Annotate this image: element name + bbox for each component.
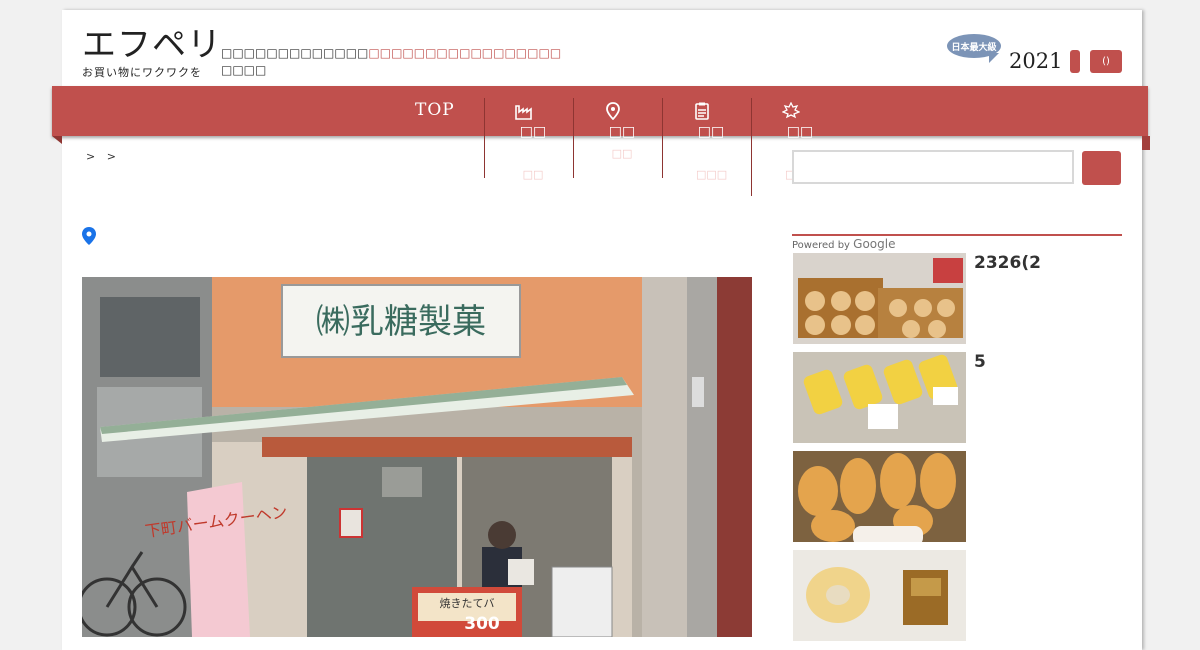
factory-icon [515,105,532,120]
nav-item-3-line1: □□ [697,124,725,140]
logo-text: エフペリ [82,25,222,65]
shop-sign-text: ㈱乳糖製菓 [316,302,486,342]
nav-item-2[interactable]: □□ □□ [607,122,637,164]
powered-by-text: Powered by [792,240,850,251]
search-input[interactable] [792,150,1074,184]
tagline-text: □□□□□□□□□□□□□ [221,46,369,60]
sidebar-thumbnail[interactable] [793,550,966,641]
nav-item-1-line3: □□ [522,168,544,181]
nav-item-4-line1: □□ [786,124,814,140]
poster-text: 焼きたてバ [440,597,495,610]
sidebar-thumbnail[interactable] [793,451,966,542]
sidebar-thumbnail[interactable] [793,352,966,443]
nav-item-3-line3: □□□ [696,168,728,181]
tagline-highlight: □□□□□□□□□□□□□□□□□ [368,46,562,60]
powered-by-google: Powered by Google [792,237,895,251]
nav-item-3[interactable]: □□ □□ □□□ [696,122,728,185]
header-small-button[interactable] [1070,50,1080,73]
nav-fold-left [52,136,62,144]
location-pin-icon [82,227,96,245]
site-logo[interactable]: エフペリ お買い物にワクワクを [82,28,222,80]
breadcrumb[interactable]: > > [86,150,120,163]
search-button[interactable] [1082,151,1121,185]
header-count-button[interactable]: () [1090,50,1122,73]
tagline-text-2: □□□□ [221,63,267,77]
nav-divider [751,98,752,196]
nav-item-3-line2: □□ [697,145,725,161]
sidebar-item-title[interactable]: 2326(2 [974,253,1041,273]
nav-divider [662,98,663,178]
nav-divider [573,98,574,178]
maple-leaf-icon [782,102,800,119]
nav-item-2-line2: □□ [611,147,633,160]
sidebar-divider [792,234,1122,236]
nav-item-top[interactable]: TOP [415,100,455,120]
shop-photo: ㈱乳糖製菓 下町バームクーヘン 焼きたてバ 300 [82,277,752,637]
nav-fold-right [1142,136,1150,150]
nav-item-1-line2: □□ [519,145,547,161]
google-logo: Google [853,237,896,251]
location-pin-icon [606,102,620,120]
logo-subtitle: お買い物にワクワクを [82,66,202,79]
nav-divider [484,98,485,178]
price-text: 300 [464,614,500,634]
sidebar-thumbnail[interactable] [793,253,966,344]
nav-item-1-line1: □□ [519,124,547,140]
ranking-badge: 日本最大級 [947,34,1001,63]
nav-item-1[interactable]: □□ □□ □□ [518,122,548,185]
checklist-icon [695,102,709,120]
site-tagline: □□□□□□□□□□□□□□□□□□□□□□□□□□□□□□ □□□□ [221,45,561,79]
nav-item-2-line1: □□ [608,124,636,140]
sidebar-item-title[interactable]: 5 [974,352,986,372]
main-nav-bar [52,86,1148,136]
year-label: 2021 [1009,49,1063,73]
